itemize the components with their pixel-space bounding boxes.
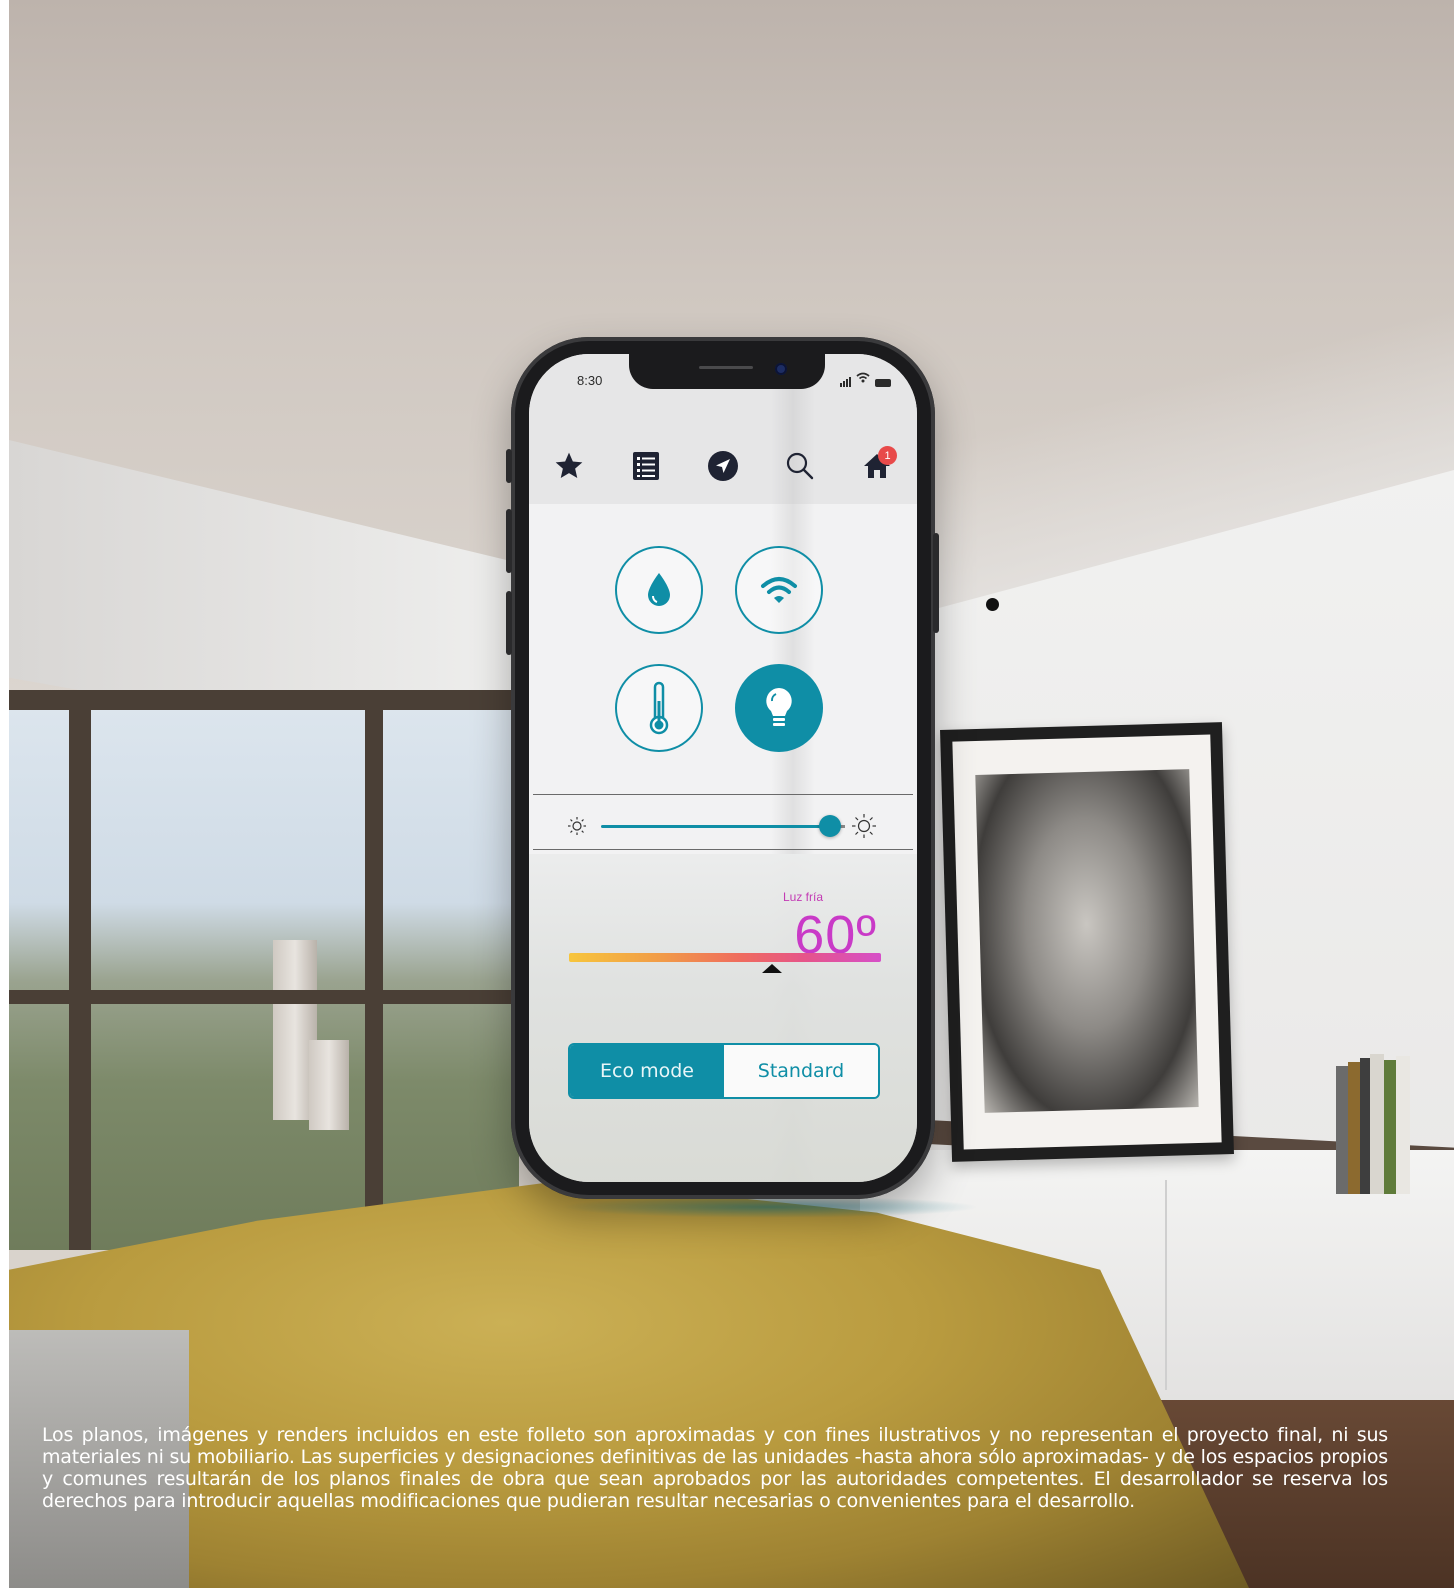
side-button [506,591,512,655]
divider-bottom [533,849,913,850]
light-type-label: Luz fría [783,890,824,904]
book [1396,1056,1410,1194]
page-margin [0,0,9,1588]
book [1336,1066,1348,1194]
side-button [506,449,512,483]
mode-toggle: Eco mode Standard [568,1043,880,1099]
window-frame [69,690,91,1250]
status-icons [840,372,891,387]
search-icon[interactable] [778,444,822,488]
book [1370,1054,1384,1194]
phone-shadow [560,1196,980,1218]
legal-disclaimer: Los planos, imágenes y renders incluidos… [42,1424,1388,1512]
wifi-control-button[interactable] [735,546,823,634]
brightness-slider[interactable] [567,812,879,840]
portrait-artwork [975,769,1199,1113]
book [1384,1060,1396,1194]
signal-icon [840,377,851,387]
frame-mat [952,734,1222,1150]
temperature-control-button[interactable] [615,664,703,752]
thermometer-icon [649,681,669,735]
wifi-status-icon [856,368,870,387]
tower-building [309,1040,349,1130]
speaker [699,366,753,369]
sun-small-icon [568,817,586,835]
navigation-arrow-icon[interactable] [701,444,745,488]
bullet-dot [986,598,999,611]
books [1336,1050,1418,1194]
camera [775,363,787,375]
smartphone: 8:30 1 Luz fría 60º Eco mode Standard [506,337,939,1199]
slider-track-filled [601,825,831,828]
window [9,690,519,1250]
notch [629,354,825,389]
home-icon[interactable]: 1 [855,444,899,488]
side-button [506,509,512,573]
portrait-frame [940,722,1234,1162]
temperature-pointer[interactable] [761,964,782,973]
control-tiles [615,546,831,760]
star-icon[interactable] [547,444,591,488]
window-frame [365,690,383,1250]
side-button [933,533,939,633]
wifi-icon [761,577,797,603]
divider-top [533,794,913,795]
battery-icon [875,379,891,387]
water-control-button[interactable] [615,546,703,634]
notification-badge: 1 [878,446,897,465]
water-drop-icon [648,573,670,606]
light-control-button[interactable] [735,664,823,752]
phone-screen: 8:30 1 Luz fría 60º Eco mode Standard [529,354,917,1182]
lightbulb-icon [766,688,792,726]
status-time: 8:30 [577,373,603,388]
list-icon[interactable] [624,444,668,488]
app-nav: 1 [547,444,899,488]
window-frame [9,990,519,1004]
credenza-divider [1165,1180,1167,1390]
window-frame [9,690,519,710]
book [1348,1062,1360,1194]
color-temperature-bar[interactable] [569,953,881,962]
slider-knob[interactable] [819,815,842,837]
standard-mode-button[interactable]: Standard [724,1045,878,1097]
eco-mode-button[interactable]: Eco mode [570,1045,724,1097]
book [1360,1058,1370,1194]
sun-large-icon [852,814,876,838]
